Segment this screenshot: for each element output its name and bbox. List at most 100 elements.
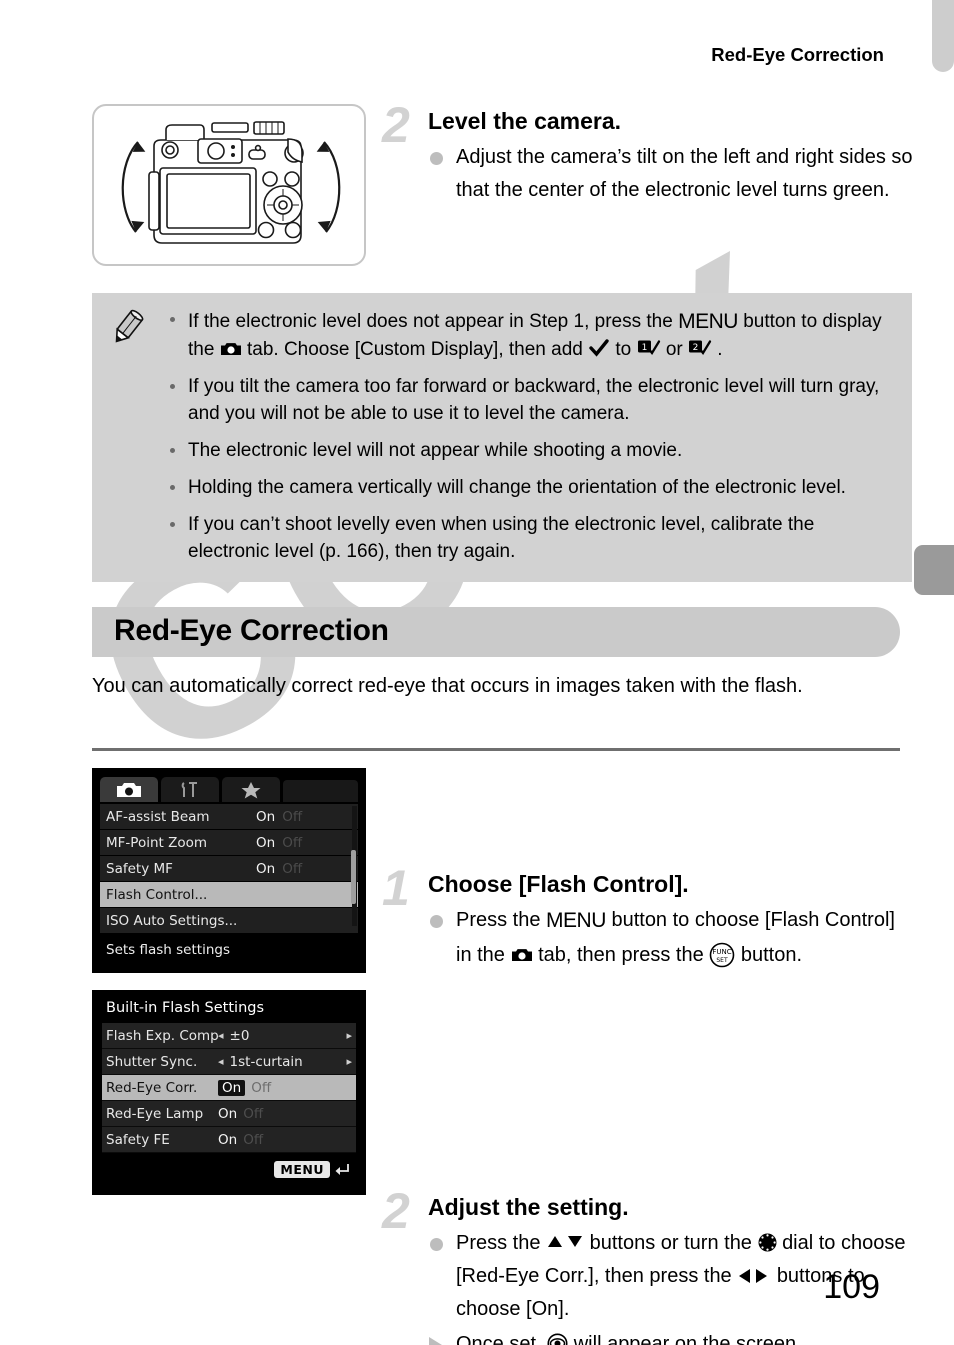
- camera-rear-tilt-illustration: [121, 121, 341, 244]
- right-arrow-icon[interactable]: ▸: [346, 1055, 352, 1068]
- bullet-dot-icon: [430, 1238, 443, 1252]
- menu-button-label: MENU: [678, 310, 738, 333]
- page-edge-tab-chapter: [914, 545, 954, 595]
- row-value: ±0: [229, 1027, 250, 1044]
- bullet-dot-icon: [430, 152, 443, 166]
- menu-scrollbar-thumb[interactable]: [351, 850, 356, 904]
- row-value-off: Off: [243, 1105, 264, 1122]
- menu-scrollbar-track[interactable]: [351, 806, 357, 926]
- step-text-part: button.: [740, 943, 803, 966]
- menu-row-label: Flash Control...: [106, 886, 208, 903]
- row-value-off: Off: [243, 1131, 264, 1148]
- step-level-the-camera: 2 Level the camera. Adjust the camera’s …: [382, 100, 914, 207]
- note-item: If you tilt the camera too far forward o…: [170, 374, 896, 428]
- note-item: If the electronic level does not appear …: [170, 307, 896, 364]
- note-bullet-icon: [170, 317, 175, 322]
- step-bullet-text: Adjust the camera’s tilt on the left and…: [456, 146, 913, 202]
- func-set-icon: FUNC SET: [709, 942, 735, 968]
- step-result: Once set, will appear on the screen.: [428, 1328, 914, 1345]
- red-eye-correction-icon: [547, 1333, 568, 1345]
- flash-settings-row[interactable]: Flash Exp. Comp ◂ ±0 ▸: [102, 1023, 356, 1049]
- menu-row-value-off: Off: [282, 808, 303, 825]
- note-text-part: or: [665, 338, 683, 360]
- tab-favorites[interactable]: [222, 777, 280, 802]
- note-item: Holding the camera vertically will chang…: [170, 475, 896, 502]
- row-value-on: On: [218, 1131, 238, 1148]
- menu-row-label: ISO Auto Settings...: [106, 912, 238, 929]
- right-arrow-icon[interactable]: ▸: [346, 1029, 352, 1042]
- menu-row-flash-control[interactable]: Flash Control...: [100, 882, 358, 908]
- menu-row-value-off: Off: [282, 860, 303, 877]
- menu-row-label: AF-assist Beam: [106, 808, 210, 825]
- note-bullet-icon: [170, 521, 175, 527]
- camera-tab-icon: [117, 782, 141, 797]
- result-text-part: Once set,: [456, 1333, 542, 1345]
- note-text-part: to: [615, 338, 632, 360]
- flash-settings-row[interactable]: Safety FE On Off: [102, 1127, 356, 1153]
- up-down-buttons-icon: [548, 1236, 583, 1248]
- step-number: 1: [382, 860, 410, 917]
- row-label: Red-Eye Corr.: [106, 1079, 198, 1096]
- return-arrow-icon: [335, 1163, 349, 1175]
- left-right-buttons-icon: [739, 1269, 768, 1284]
- menu-row-label: Safety MF: [106, 860, 173, 877]
- step-choose-flash-control: 1 Choose [Flash Control]. Press the MENU…: [382, 863, 914, 972]
- flash-settings-row-red-eye-corr[interactable]: Red-Eye Corr. On Off: [102, 1075, 356, 1101]
- menu-row[interactable]: ISO Auto Settings...: [100, 908, 358, 934]
- tab-settings[interactable]: [161, 777, 219, 802]
- result-text-part: will appear on the screen.: [573, 1333, 802, 1345]
- row-label: Safety FE: [106, 1131, 170, 1148]
- menu-row[interactable]: AF-assist Beam On Off: [100, 804, 358, 830]
- notes-callout: If the electronic level does not appear …: [92, 293, 912, 582]
- note-text: Holding the camera vertically will chang…: [188, 476, 846, 498]
- notes-list: If the electronic level does not appear …: [170, 307, 896, 566]
- menu-row-value-on: On: [256, 808, 276, 825]
- bullet-dot-icon: [430, 915, 443, 929]
- svg-text:FUNC: FUNC: [713, 948, 732, 956]
- result-triangle-icon: [429, 1337, 442, 1345]
- note-bullet-icon: [170, 484, 175, 490]
- display-1-icon: 1: [637, 340, 660, 355]
- menu-row[interactable]: Safety MF On Off: [100, 856, 358, 882]
- camera-menu-screenshot: AF-assist Beam On Off MF-Point Zoom On O…: [92, 768, 366, 973]
- flash-settings-row[interactable]: Red-Eye Lamp On Off: [102, 1101, 356, 1127]
- camera-tab-icon: [511, 948, 532, 961]
- note-text-part: .: [717, 338, 723, 360]
- row-value-off[interactable]: Off: [251, 1080, 271, 1096]
- flash-settings-title: Built-in Flash Settings: [106, 1000, 265, 1016]
- left-arrow-icon[interactable]: ◂: [218, 1055, 224, 1068]
- step-bullet: Press the MENU button to choose [Flash C…: [428, 904, 914, 972]
- step-heading: Level the camera.: [428, 108, 622, 134]
- section-title: Red-Eye Correction: [114, 614, 389, 647]
- menu-row-value-on: On: [256, 860, 276, 877]
- svg-text:2: 2: [693, 343, 699, 353]
- page-edge-tab-top: [932, 0, 954, 72]
- menu-back-control[interactable]: MENU: [102, 1161, 356, 1178]
- step-text-part: tab, then press the: [538, 943, 704, 966]
- tabbar-filler: [283, 780, 358, 802]
- note-text-part: tab. Choose [Custom Display], then add: [246, 338, 583, 360]
- step-text-part: Press the: [456, 909, 541, 932]
- camera-tab-icon: [220, 342, 241, 355]
- menu-row-list: AF-assist Beam On Off MF-Point Zoom On O…: [100, 804, 358, 934]
- svg-text:SET: SET: [717, 957, 729, 964]
- note-text: The electronic level will not appear whi…: [188, 439, 683, 461]
- tab-shooting[interactable]: [100, 777, 158, 802]
- flash-settings-row[interactable]: Shutter Sync. ◂ 1st-curtain ▸: [102, 1049, 356, 1075]
- note-text-part: If the electronic level does not appear …: [188, 311, 673, 332]
- svg-text:1: 1: [641, 343, 647, 353]
- row-value-on[interactable]: On: [218, 1079, 246, 1096]
- menu-row-value-off: Off: [282, 834, 303, 851]
- step-number: 2: [382, 97, 410, 153]
- menu-row[interactable]: MF-Point Zoom On Off: [100, 830, 358, 856]
- tools-tab-icon: [181, 781, 197, 797]
- note-text: If you can’t shoot levelly even when usi…: [188, 513, 815, 562]
- menu-help-text: Sets flash settings: [106, 942, 230, 958]
- camera-tilt-illustration: [92, 104, 366, 266]
- row-label: Shutter Sync.: [106, 1053, 198, 1070]
- flash-settings-screenshot: Built-in Flash Settings Flash Exp. Comp …: [92, 990, 366, 1195]
- note-item: If you can’t shoot levelly even when usi…: [170, 512, 896, 566]
- row-value: 1st-curtain: [229, 1053, 303, 1070]
- star-tab-icon: [241, 781, 261, 798]
- left-arrow-icon[interactable]: ◂: [218, 1029, 224, 1042]
